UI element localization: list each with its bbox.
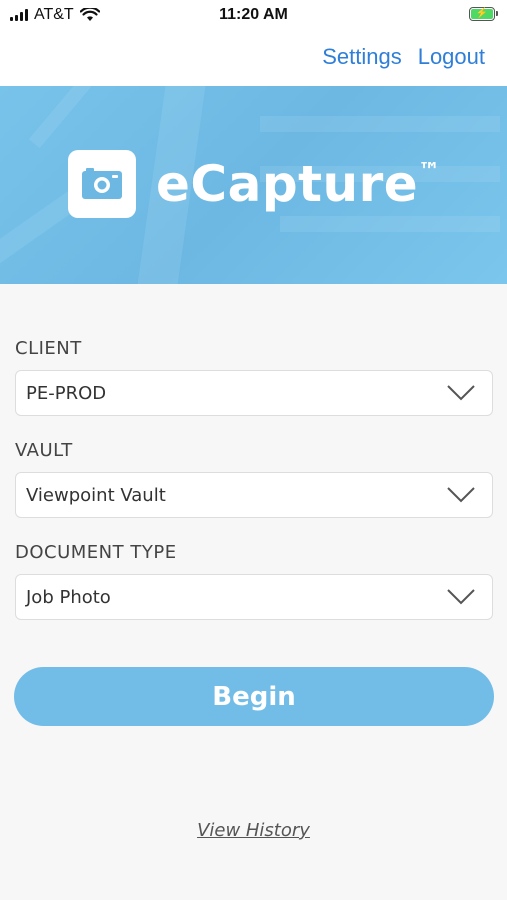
chevron-down-icon xyxy=(447,589,475,605)
camera-icon xyxy=(68,150,136,218)
document-type-label: DOCUMENT TYPE xyxy=(15,542,177,563)
view-history-link[interactable]: View History xyxy=(0,820,507,841)
app-logo: eCapture™ xyxy=(68,150,441,218)
status-bar: AT&T 11:20 AM ⚡ xyxy=(0,0,507,30)
client-value: PE-PROD xyxy=(26,383,107,404)
clock: 11:20 AM xyxy=(219,6,288,23)
vault-select[interactable]: Viewpoint Vault xyxy=(15,472,493,518)
logout-link[interactable]: Logout xyxy=(418,44,485,70)
vault-value: Viewpoint Vault xyxy=(26,485,166,506)
app-title: eCapture™ xyxy=(156,155,441,213)
hero-banner: eCapture™ xyxy=(0,86,507,284)
client-label: CLIENT xyxy=(15,338,82,359)
chevron-down-icon xyxy=(447,487,475,503)
settings-link[interactable]: Settings xyxy=(322,44,402,70)
chevron-down-icon xyxy=(447,385,475,401)
document-type-value: Job Photo xyxy=(26,587,111,608)
capture-form: CLIENT PE-PROD VAULT Viewpoint Vault DOC… xyxy=(15,336,493,644)
document-type-select[interactable]: Job Photo xyxy=(15,574,493,620)
vault-label: VAULT xyxy=(15,440,73,461)
client-select[interactable]: PE-PROD xyxy=(15,370,493,416)
begin-button[interactable]: Begin xyxy=(14,667,494,726)
battery-icon: ⚡ xyxy=(469,7,498,21)
top-nav: Settings Logout xyxy=(0,30,507,86)
